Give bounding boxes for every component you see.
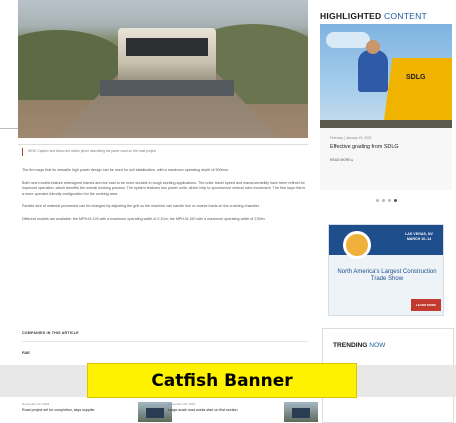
related-thumbnail[interactable] <box>138 402 172 422</box>
show-logo-icon <box>343 231 371 259</box>
article-paragraph: The firm says that its versatile high po… <box>22 168 229 172</box>
ad-dates: LAS VEGAS, NV MARCH 10–14 <box>405 232 433 241</box>
heading-light: CONTENT <box>384 11 427 21</box>
article-paragraph: Different models are available: the MPH-… <box>22 216 266 221</box>
carousel-dots <box>376 199 397 202</box>
photo-cloud <box>326 32 370 48</box>
left-divider <box>0 128 18 129</box>
related-article[interactable]: November 28, 2023 Large-scale road works… <box>168 402 318 423</box>
related-thumbnail[interactable] <box>284 402 318 422</box>
photo-worker <box>358 50 388 92</box>
related-title[interactable]: Large-scale road works start on first se… <box>168 408 276 412</box>
trade-show-ad[interactable]: LAS VEGAS, NV MARCH 10–14 North America'… <box>328 224 444 316</box>
catfish-banner[interactable]: Catfish Banner <box>87 363 357 398</box>
trending-light: NOW <box>369 342 386 349</box>
carousel-dot[interactable] <box>382 199 385 202</box>
brand-logo: SDLG <box>406 74 426 81</box>
image-caption: NEW: Caption text below the article phot… <box>22 148 298 156</box>
highlighted-photo[interactable]: SDLG <box>320 24 452 128</box>
article-paragraph: Both new models feature redesigned frame… <box>22 180 306 196</box>
hero-paver-screed <box>100 80 234 96</box>
highlight-title-link[interactable]: Effective grading from SDLG <box>330 144 446 150</box>
photo-worker-head <box>366 40 380 54</box>
companies-label: COMPANIES IN THIS ARTICLE <box>22 331 79 335</box>
carousel-dot[interactable] <box>376 199 379 202</box>
related-article[interactable]: November 24, 2023 Road project set for c… <box>22 402 172 423</box>
ad-title: North America's Largest Construction Tra… <box>337 269 437 283</box>
highlighted-content-heading: HIGHLIGHTED CONTENT <box>320 11 427 21</box>
catfish-banner-label: Catfish Banner <box>151 370 293 391</box>
ad-learn-more-button[interactable]: LEARN MORE <box>411 299 441 311</box>
read-more-link[interactable]: READ MORE ▸ <box>330 158 353 162</box>
carousel-dot-active[interactable] <box>394 199 397 202</box>
hero-machine <box>118 28 216 86</box>
article-body: The firm says that its versatile high po… <box>22 168 308 230</box>
heading-bold: HIGHLIGHTED <box>320 11 382 21</box>
related-date: November 24, 2023 <box>22 402 50 406</box>
related-date: November 28, 2023 <box>168 402 196 406</box>
caption-divider <box>18 144 308 145</box>
article-hero-image <box>18 0 308 138</box>
trending-heading: TRENDING NOW <box>333 342 385 349</box>
photo-machine <box>384 58 452 120</box>
carousel-dot[interactable] <box>388 199 391 202</box>
trending-bold: TRENDING <box>333 342 368 349</box>
company-tag-link[interactable]: FAE <box>22 350 30 355</box>
companies-divider <box>22 341 308 342</box>
related-title[interactable]: Road project set for completion, says su… <box>22 408 130 412</box>
highlighted-card[interactable]: SDLG February | January 19, 2023 Effecti… <box>320 24 452 190</box>
article-paragraph: Particle size of material processed can … <box>22 204 260 209</box>
photo-ground <box>320 120 452 128</box>
highlight-date: February | January 19, 2023 <box>330 136 372 140</box>
